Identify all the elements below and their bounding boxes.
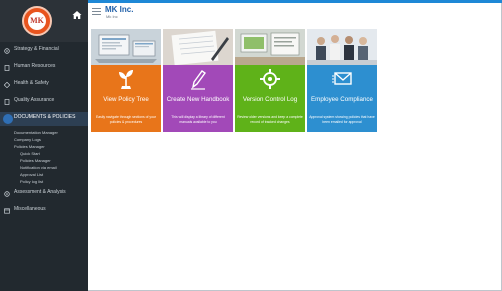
sidebar-subitem-policies-manager[interactable]: Policies Manager (0, 143, 88, 150)
sidebar-item-assessment-analysis[interactable]: Assessment & Analysis (0, 187, 88, 202)
envelope-icon (332, 72, 352, 85)
tile-title: Employee Compliance (311, 96, 373, 103)
tile-description: Review older versions and keep a complet… (237, 115, 303, 124)
sidebar: MK Strategy & Financial Human Resources … (0, 0, 88, 291)
sidebar-item-label: Quality Assurance (14, 97, 55, 103)
company-subtitle: Mk Inc (106, 14, 118, 19)
tile-description: Easily navigate through sections of your… (96, 115, 156, 124)
tile-photo-laptop (91, 29, 161, 65)
diamond-icon (4, 82, 10, 88)
tile-employee-compliance[interactable]: Employee Compliance Approval system show… (307, 29, 377, 132)
sidebar-subitem-company-logs[interactable]: Company Logs (0, 136, 88, 143)
window-icon (4, 208, 10, 214)
tile-title: Create New Handbook (166, 96, 230, 103)
logo-text: MK (30, 16, 44, 25)
tile-create-new-handbook[interactable]: Create New Handbook This will display a … (163, 29, 233, 132)
subitem-label: Approval List (20, 172, 44, 177)
sidebar-item-label: Assessment & Analysis (14, 189, 66, 195)
sidebar-subsubitem-notification-email[interactable]: Notification via email (0, 164, 88, 171)
company-name: MK Inc. (105, 5, 134, 14)
sidebar-item-documents-policies[interactable]: DOCUMENTS & POLICIES (0, 112, 88, 126)
pencil-icon (191, 70, 206, 90)
sidebar-item-quality-assurance[interactable]: Quality Assurance (0, 95, 88, 110)
tile-photo-desk (235, 29, 305, 65)
sidebar-item-label: DOCUMENTS & POLICIES (14, 114, 76, 120)
sidebar-subsubitem-approval-list[interactable]: Approval List (0, 171, 88, 178)
sidebar-subsubitem-quick-start[interactable]: Quick Start (0, 150, 88, 157)
home-icon[interactable] (72, 10, 82, 20)
company-logo[interactable]: MK (22, 6, 52, 36)
tile-title: View Policy Tree (103, 96, 149, 103)
tile-panel: Create New Handbook This will display a … (163, 65, 233, 132)
gear-icon (4, 48, 10, 54)
sidebar-item-label: Strategy & Financial (14, 46, 59, 52)
tile-description: This will display a library of different… (171, 115, 225, 124)
tile-photo-team (307, 29, 377, 65)
gear-icon (4, 191, 10, 197)
cog-sync-icon (260, 69, 280, 89)
subitem-label: Policy log list (20, 179, 44, 184)
sidebar-item-human-resources[interactable]: Human Resources (0, 61, 88, 76)
tile-view-policy-tree[interactable]: View Policy Tree Easily navigate through… (91, 29, 161, 132)
subitem-label: Notification via email (20, 165, 57, 170)
logo-inner: MK (28, 12, 46, 30)
sidebar-item-strategy-financial[interactable]: Strategy & Financial (0, 44, 88, 59)
top-accent-bar (88, 0, 502, 3)
tile-panel: Employee Compliance Approval system show… (307, 65, 377, 132)
tile-title: Version Control Log (242, 96, 298, 103)
sidebar-item-label: Human Resources (14, 63, 56, 69)
tile-photo-notebook (163, 29, 233, 65)
subitem-label: Company Logs (14, 137, 41, 142)
sidebar-subsubitem-policies-manager[interactable]: Policies Manager (0, 157, 88, 164)
document-icon (4, 99, 10, 105)
plant-icon (119, 70, 133, 89)
sidebar-item-label: Health & Safety (14, 80, 49, 86)
sidebar-subsubitem-policy-log-list[interactable]: Policy log list (0, 178, 88, 185)
subitem-label: Quick Start (20, 151, 40, 156)
documents-icon (3, 114, 13, 124)
dashboard-tiles: View Policy Tree Easily navigate through… (91, 29, 377, 132)
sidebar-nav: Strategy & Financial Human Resources Hea… (0, 42, 88, 219)
tile-panel: Version Control Log Review older version… (235, 65, 305, 132)
sidebar-subitem-documentation-manager[interactable]: Documentation Manager (0, 129, 88, 136)
sidebar-item-miscellaneous[interactable]: Miscellaneous (0, 204, 88, 219)
document-icon (4, 65, 10, 71)
tile-version-control-log[interactable]: Version Control Log Review older version… (235, 29, 305, 132)
menu-toggle-icon[interactable] (92, 8, 101, 15)
subitem-label: Documentation Manager (14, 130, 58, 135)
tile-panel: View Policy Tree Easily navigate through… (91, 65, 161, 132)
tile-description: Approval system showing policies that ha… (309, 115, 375, 124)
subitem-label: Policies Manager (14, 144, 45, 149)
sidebar-item-health-safety[interactable]: Health & Safety (0, 78, 88, 93)
sidebar-item-label: Miscellaneous (14, 206, 46, 212)
subitem-label: Policies Manager (20, 158, 51, 163)
logo-area: MK (0, 0, 88, 42)
